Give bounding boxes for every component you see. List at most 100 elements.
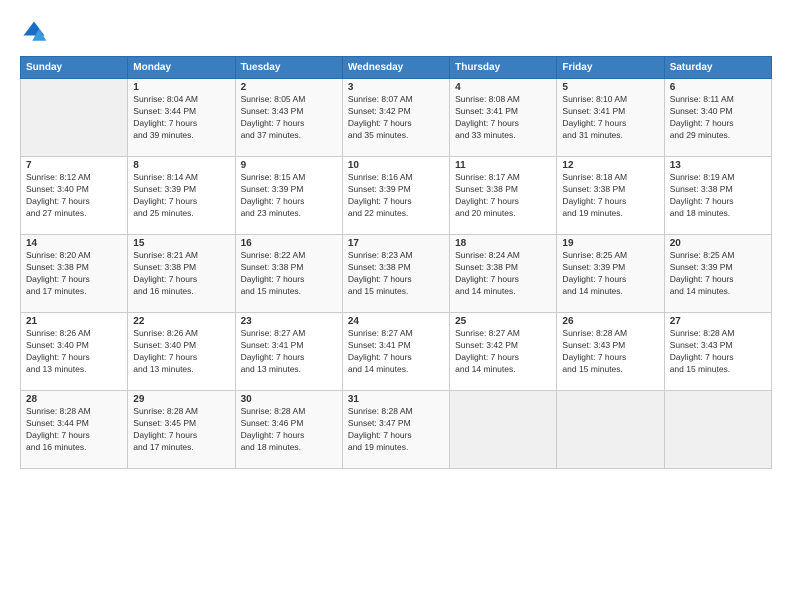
- day-number: 5: [562, 82, 658, 93]
- calendar-cell: 20Sunrise: 8:25 AMSunset: 3:39 PMDayligh…: [664, 235, 771, 313]
- calendar-cell: 12Sunrise: 8:18 AMSunset: 3:38 PMDayligh…: [557, 157, 664, 235]
- day-info: Sunrise: 8:26 AMSunset: 3:40 PMDaylight:…: [133, 328, 229, 376]
- calendar-cell: 9Sunrise: 8:15 AMSunset: 3:39 PMDaylight…: [235, 157, 342, 235]
- calendar-cell: 24Sunrise: 8:27 AMSunset: 3:41 PMDayligh…: [342, 313, 449, 391]
- day-info: Sunrise: 8:27 AMSunset: 3:42 PMDaylight:…: [455, 328, 551, 376]
- day-info: Sunrise: 8:28 AMSunset: 3:43 PMDaylight:…: [670, 328, 766, 376]
- calendar-cell: [664, 391, 771, 469]
- day-number: 12: [562, 160, 658, 171]
- day-info: Sunrise: 8:25 AMSunset: 3:39 PMDaylight:…: [562, 250, 658, 298]
- day-number: 9: [241, 160, 337, 171]
- day-number: 8: [133, 160, 229, 171]
- calendar-cell: 29Sunrise: 8:28 AMSunset: 3:45 PMDayligh…: [128, 391, 235, 469]
- day-number: 28: [26, 394, 122, 405]
- day-number: 31: [348, 394, 444, 405]
- day-info: Sunrise: 8:07 AMSunset: 3:42 PMDaylight:…: [348, 94, 444, 142]
- logo-icon: [20, 18, 48, 46]
- calendar-table: SundayMondayTuesdayWednesdayThursdayFrid…: [20, 56, 772, 469]
- calendar-cell: 27Sunrise: 8:28 AMSunset: 3:43 PMDayligh…: [664, 313, 771, 391]
- day-number: 10: [348, 160, 444, 171]
- calendar-cell: 28Sunrise: 8:28 AMSunset: 3:44 PMDayligh…: [21, 391, 128, 469]
- calendar-cell: 19Sunrise: 8:25 AMSunset: 3:39 PMDayligh…: [557, 235, 664, 313]
- calendar-cell: [557, 391, 664, 469]
- calendar-cell: [450, 391, 557, 469]
- day-number: 25: [455, 316, 551, 327]
- calendar-cell: 15Sunrise: 8:21 AMSunset: 3:38 PMDayligh…: [128, 235, 235, 313]
- day-number: 30: [241, 394, 337, 405]
- col-header-sunday: Sunday: [21, 57, 128, 79]
- day-info: Sunrise: 8:22 AMSunset: 3:38 PMDaylight:…: [241, 250, 337, 298]
- calendar-cell: 7Sunrise: 8:12 AMSunset: 3:40 PMDaylight…: [21, 157, 128, 235]
- day-number: 6: [670, 82, 766, 93]
- calendar-cell: 11Sunrise: 8:17 AMSunset: 3:38 PMDayligh…: [450, 157, 557, 235]
- day-info: Sunrise: 8:12 AMSunset: 3:40 PMDaylight:…: [26, 172, 122, 220]
- calendar-cell: 17Sunrise: 8:23 AMSunset: 3:38 PMDayligh…: [342, 235, 449, 313]
- calendar-cell: 5Sunrise: 8:10 AMSunset: 3:41 PMDaylight…: [557, 79, 664, 157]
- week-row-1: 1Sunrise: 8:04 AMSunset: 3:44 PMDaylight…: [21, 79, 772, 157]
- day-info: Sunrise: 8:10 AMSunset: 3:41 PMDaylight:…: [562, 94, 658, 142]
- day-number: 16: [241, 238, 337, 249]
- day-number: 11: [455, 160, 551, 171]
- day-number: 3: [348, 82, 444, 93]
- header: [20, 18, 772, 46]
- day-info: Sunrise: 8:28 AMSunset: 3:47 PMDaylight:…: [348, 406, 444, 454]
- day-number: 23: [241, 316, 337, 327]
- calendar-cell: 4Sunrise: 8:08 AMSunset: 3:41 PMDaylight…: [450, 79, 557, 157]
- day-number: 24: [348, 316, 444, 327]
- day-info: Sunrise: 8:24 AMSunset: 3:38 PMDaylight:…: [455, 250, 551, 298]
- week-row-4: 21Sunrise: 8:26 AMSunset: 3:40 PMDayligh…: [21, 313, 772, 391]
- day-number: 22: [133, 316, 229, 327]
- day-info: Sunrise: 8:18 AMSunset: 3:38 PMDaylight:…: [562, 172, 658, 220]
- calendar-cell: 1Sunrise: 8:04 AMSunset: 3:44 PMDaylight…: [128, 79, 235, 157]
- day-info: Sunrise: 8:26 AMSunset: 3:40 PMDaylight:…: [26, 328, 122, 376]
- calendar-cell: 13Sunrise: 8:19 AMSunset: 3:38 PMDayligh…: [664, 157, 771, 235]
- col-header-thursday: Thursday: [450, 57, 557, 79]
- day-number: 20: [670, 238, 766, 249]
- day-number: 13: [670, 160, 766, 171]
- calendar-cell: 31Sunrise: 8:28 AMSunset: 3:47 PMDayligh…: [342, 391, 449, 469]
- day-info: Sunrise: 8:08 AMSunset: 3:41 PMDaylight:…: [455, 94, 551, 142]
- calendar-cell: 2Sunrise: 8:05 AMSunset: 3:43 PMDaylight…: [235, 79, 342, 157]
- calendar-cell: 23Sunrise: 8:27 AMSunset: 3:41 PMDayligh…: [235, 313, 342, 391]
- day-info: Sunrise: 8:28 AMSunset: 3:44 PMDaylight:…: [26, 406, 122, 454]
- day-number: 29: [133, 394, 229, 405]
- day-info: Sunrise: 8:28 AMSunset: 3:45 PMDaylight:…: [133, 406, 229, 454]
- calendar-cell: 25Sunrise: 8:27 AMSunset: 3:42 PMDayligh…: [450, 313, 557, 391]
- calendar-cell: 16Sunrise: 8:22 AMSunset: 3:38 PMDayligh…: [235, 235, 342, 313]
- day-number: 18: [455, 238, 551, 249]
- calendar-cell: 14Sunrise: 8:20 AMSunset: 3:38 PMDayligh…: [21, 235, 128, 313]
- calendar-cell: 6Sunrise: 8:11 AMSunset: 3:40 PMDaylight…: [664, 79, 771, 157]
- day-info: Sunrise: 8:16 AMSunset: 3:39 PMDaylight:…: [348, 172, 444, 220]
- day-number: 1: [133, 82, 229, 93]
- col-header-monday: Monday: [128, 57, 235, 79]
- week-row-5: 28Sunrise: 8:28 AMSunset: 3:44 PMDayligh…: [21, 391, 772, 469]
- day-info: Sunrise: 8:20 AMSunset: 3:38 PMDaylight:…: [26, 250, 122, 298]
- calendar-cell: 21Sunrise: 8:26 AMSunset: 3:40 PMDayligh…: [21, 313, 128, 391]
- day-number: 27: [670, 316, 766, 327]
- day-info: Sunrise: 8:27 AMSunset: 3:41 PMDaylight:…: [241, 328, 337, 376]
- day-info: Sunrise: 8:21 AMSunset: 3:38 PMDaylight:…: [133, 250, 229, 298]
- day-info: Sunrise: 8:04 AMSunset: 3:44 PMDaylight:…: [133, 94, 229, 142]
- calendar-cell: [21, 79, 128, 157]
- logo: [20, 18, 52, 46]
- calendar-cell: 18Sunrise: 8:24 AMSunset: 3:38 PMDayligh…: [450, 235, 557, 313]
- day-number: 19: [562, 238, 658, 249]
- day-info: Sunrise: 8:14 AMSunset: 3:39 PMDaylight:…: [133, 172, 229, 220]
- calendar-cell: 10Sunrise: 8:16 AMSunset: 3:39 PMDayligh…: [342, 157, 449, 235]
- calendar-cell: 8Sunrise: 8:14 AMSunset: 3:39 PMDaylight…: [128, 157, 235, 235]
- day-info: Sunrise: 8:28 AMSunset: 3:46 PMDaylight:…: [241, 406, 337, 454]
- header-row: SundayMondayTuesdayWednesdayThursdayFrid…: [21, 57, 772, 79]
- day-info: Sunrise: 8:28 AMSunset: 3:43 PMDaylight:…: [562, 328, 658, 376]
- week-row-3: 14Sunrise: 8:20 AMSunset: 3:38 PMDayligh…: [21, 235, 772, 313]
- page: SundayMondayTuesdayWednesdayThursdayFrid…: [0, 0, 792, 612]
- day-info: Sunrise: 8:15 AMSunset: 3:39 PMDaylight:…: [241, 172, 337, 220]
- col-header-wednesday: Wednesday: [342, 57, 449, 79]
- day-number: 2: [241, 82, 337, 93]
- col-header-friday: Friday: [557, 57, 664, 79]
- day-info: Sunrise: 8:19 AMSunset: 3:38 PMDaylight:…: [670, 172, 766, 220]
- day-info: Sunrise: 8:11 AMSunset: 3:40 PMDaylight:…: [670, 94, 766, 142]
- col-header-tuesday: Tuesday: [235, 57, 342, 79]
- day-number: 26: [562, 316, 658, 327]
- day-info: Sunrise: 8:23 AMSunset: 3:38 PMDaylight:…: [348, 250, 444, 298]
- calendar-cell: 22Sunrise: 8:26 AMSunset: 3:40 PMDayligh…: [128, 313, 235, 391]
